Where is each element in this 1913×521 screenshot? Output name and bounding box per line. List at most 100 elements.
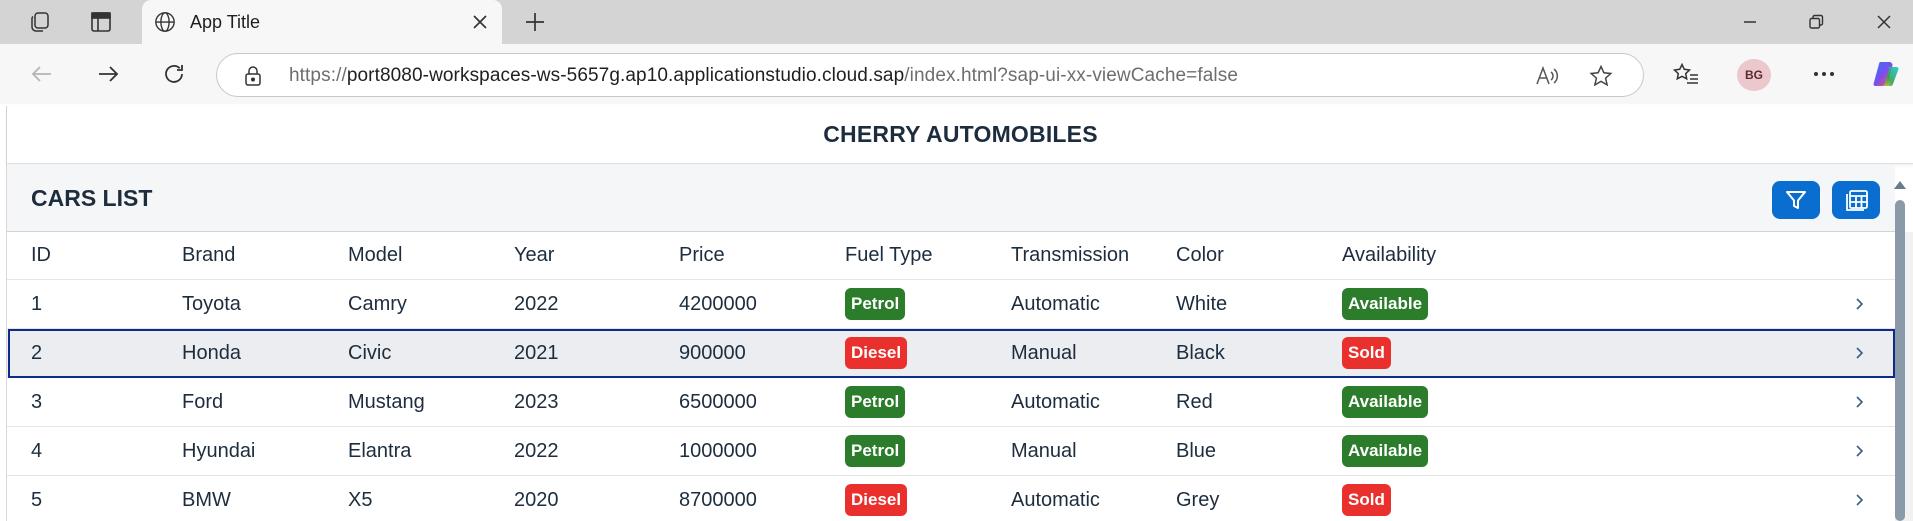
table-settings-button[interactable] xyxy=(1832,181,1880,219)
app-title: CHERRY AUTOMOBILES xyxy=(823,121,1098,147)
fuel-type-badge: Petrol xyxy=(845,435,906,467)
cell-year: 2020 xyxy=(514,488,559,511)
cell-availability: Available xyxy=(1342,427,1429,475)
cell-brand: Toyota xyxy=(182,292,241,315)
cell-availability: Available xyxy=(1342,378,1429,426)
row-navigation-chevron-icon[interactable] xyxy=(1854,280,1864,328)
cell-availability: Available xyxy=(1342,280,1429,328)
column-header-model[interactable]: Model xyxy=(348,232,402,279)
workspaces-icon[interactable] xyxy=(22,6,58,38)
cell-availability: Sold xyxy=(1342,329,1391,377)
table-row[interactable]: 5 BMW X5 2020 8700000 Diesel Automatic Grey Sold xyxy=(7,476,1895,521)
table-toolbar: CARS LIST xyxy=(7,165,1895,232)
availability-badge: Sold xyxy=(1342,337,1391,369)
cell-model: X5 xyxy=(348,488,373,511)
table-header-row: ID Brand Model Year Price Fuel Type Tran… xyxy=(7,232,1895,280)
column-header-availability[interactable]: Availability xyxy=(1342,232,1436,279)
cell-fuel: Petrol xyxy=(845,280,906,328)
url-field[interactable]: https://port8080-workspaces-ws-5657g.ap1… xyxy=(216,53,1644,97)
availability-badge: Sold xyxy=(1342,484,1391,516)
cell-id: 4 xyxy=(31,439,43,462)
cell-color: Blue xyxy=(1176,439,1217,462)
scroll-up-arrow-icon[interactable] xyxy=(1894,176,1906,194)
row-navigation-chevron-icon[interactable] xyxy=(1854,329,1864,377)
availability-badge: Available xyxy=(1342,386,1429,418)
cell-brand: BMW xyxy=(182,488,231,511)
table-row[interactable]: 4 Hyundai Elantra 2022 1000000 Petrol Manual Bl… xyxy=(7,427,1895,476)
fuel-type-badge: Diesel xyxy=(845,337,908,369)
column-header-price[interactable]: Price xyxy=(679,232,725,279)
favorites-icon[interactable] xyxy=(1668,57,1704,91)
cell-model: Camry xyxy=(348,292,407,315)
cell-fuel: Diesel xyxy=(845,476,908,521)
favorite-star-icon[interactable] xyxy=(1587,63,1615,89)
globe-icon xyxy=(154,11,176,38)
cell-color: White xyxy=(1176,292,1228,315)
column-header-fuel-type[interactable]: Fuel Type xyxy=(845,232,932,279)
lock-icon[interactable] xyxy=(243,65,263,92)
column-header-color[interactable]: Color xyxy=(1176,232,1224,279)
cell-availability: Sold xyxy=(1342,476,1391,521)
browser-tab-bar: App Title xyxy=(0,0,1913,44)
url-path: /index.html?sap-ui-xx-viewCache=false xyxy=(904,65,1238,86)
tab-title: App Title xyxy=(190,12,261,32)
cell-fuel: Diesel xyxy=(845,329,908,377)
refresh-icon[interactable] xyxy=(156,58,192,90)
cell-transmission: Automatic xyxy=(1011,390,1100,413)
column-header-transmission[interactable]: Transmission xyxy=(1011,232,1129,279)
cell-transmission: Automatic xyxy=(1011,488,1100,511)
fuel-type-badge: Diesel xyxy=(845,484,908,516)
cell-color: Red xyxy=(1176,390,1213,413)
scrollbar-thumb[interactable] xyxy=(1895,200,1905,521)
table-row[interactable]: 1 Toyota Camry 2022 4200000 Petrol Automatic Wh… xyxy=(7,280,1895,329)
fuel-type-badge: Petrol xyxy=(845,386,906,418)
table-row[interactable]: 3 Ford Mustang 2023 6500000 Petrol Automatic Re… xyxy=(7,378,1895,427)
browser-address-bar: https://port8080-workspaces-ws-5657g.ap1… xyxy=(0,44,1913,104)
column-header-brand[interactable]: Brand xyxy=(182,232,235,279)
cell-id: 3 xyxy=(31,390,43,413)
row-navigation-chevron-icon[interactable] xyxy=(1854,378,1864,426)
cell-id: 1 xyxy=(31,292,43,315)
restore-icon[interactable] xyxy=(1792,6,1840,38)
active-tab[interactable]: App Title xyxy=(142,0,502,44)
more-options-icon[interactable] xyxy=(1806,57,1842,91)
table-title: CARS LIST xyxy=(31,185,153,211)
availability-badge: Available xyxy=(1342,288,1429,320)
cell-model: Elantra xyxy=(348,439,412,462)
cell-price: 1000000 xyxy=(679,439,757,462)
minimize-icon[interactable] xyxy=(1726,6,1774,38)
back-icon[interactable] xyxy=(24,58,60,90)
cell-year: 2022 xyxy=(514,292,559,315)
url-text: https://port8080-workspaces-ws-5657g.ap1… xyxy=(289,65,1238,87)
cell-model: Mustang xyxy=(348,390,425,413)
shell-header: CHERRY AUTOMOBILES xyxy=(7,106,1913,164)
cell-color: Grey xyxy=(1176,488,1220,511)
filter-button[interactable] xyxy=(1772,181,1820,219)
read-aloud-icon[interactable] xyxy=(1533,63,1561,89)
cell-brand: Ford xyxy=(182,390,224,413)
availability-badge: Available xyxy=(1342,435,1429,467)
table-row[interactable]: 2 Honda Civic 2021 900000 Diesel Manual Black So… xyxy=(7,329,1895,378)
forward-icon[interactable] xyxy=(90,58,126,90)
cell-price: 6500000 xyxy=(679,390,757,413)
close-tab-icon[interactable] xyxy=(468,10,492,34)
profile-avatar[interactable]: BG xyxy=(1737,59,1771,91)
row-navigation-chevron-icon[interactable] xyxy=(1854,427,1864,475)
column-header-year[interactable]: Year xyxy=(514,232,554,279)
close-window-icon[interactable] xyxy=(1860,6,1908,38)
tab-actions-icon[interactable] xyxy=(83,6,119,38)
cars-table: ID Brand Model Year Price Fuel Type Tran… xyxy=(7,232,1895,521)
cell-transmission: Automatic xyxy=(1011,292,1100,315)
cell-brand: Hyundai xyxy=(182,439,256,462)
url-host: port8080-workspaces-ws-5657g.ap10.applic… xyxy=(346,65,905,86)
cell-fuel: Petrol xyxy=(845,427,906,475)
cell-brand: Honda xyxy=(182,341,241,364)
app-container: CHERRY AUTOMOBILES CARS LIST ID Brand Mo… xyxy=(6,106,1913,521)
new-tab-icon[interactable] xyxy=(518,6,552,38)
table-settings-icon xyxy=(1846,190,1868,211)
row-navigation-chevron-icon[interactable] xyxy=(1854,476,1864,521)
cell-transmission: Manual xyxy=(1011,439,1077,462)
column-header-id[interactable]: ID xyxy=(31,232,51,279)
copilot-icon[interactable] xyxy=(1868,57,1904,91)
cell-color: Black xyxy=(1176,341,1225,364)
